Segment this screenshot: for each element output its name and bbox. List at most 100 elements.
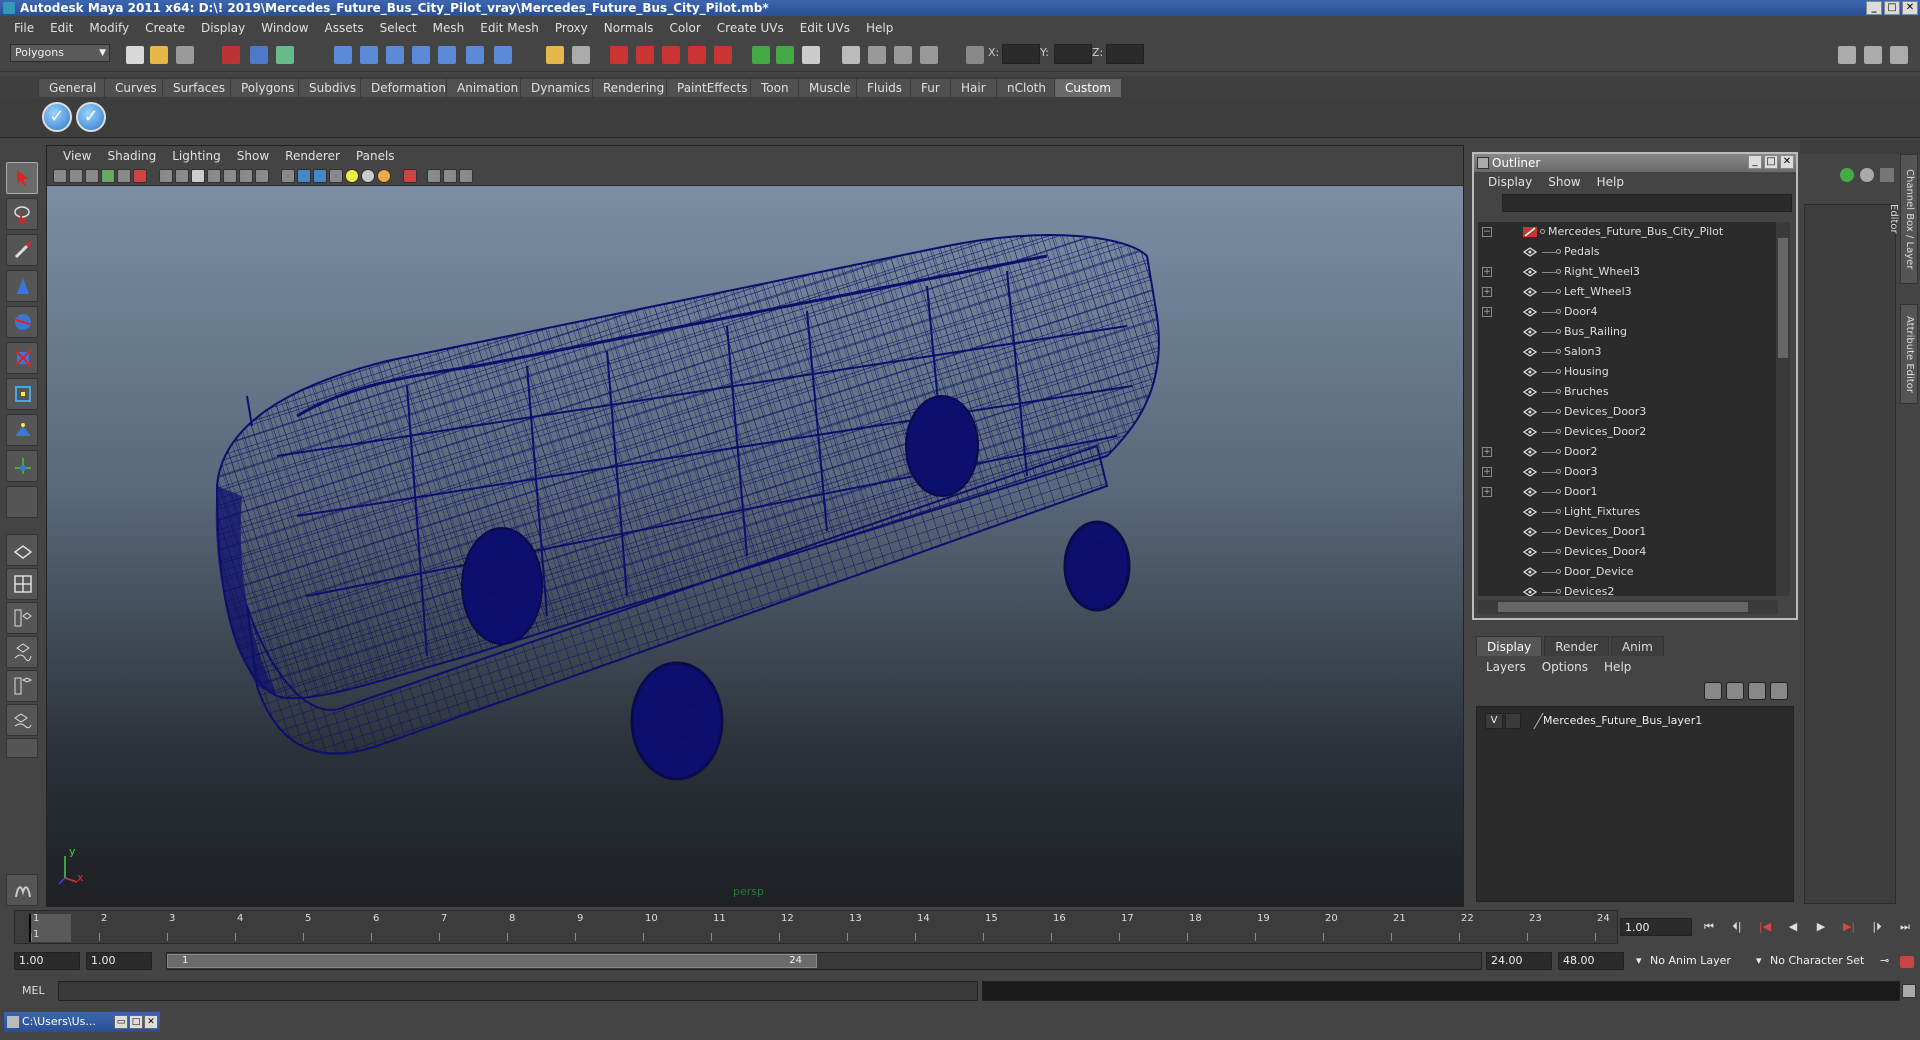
tab-polygons[interactable]: Polygons [230,78,306,97]
four-view-layout-icon[interactable] [6,568,38,600]
tab-custom[interactable]: Custom [1054,78,1122,97]
maximize-button[interactable]: □ [129,1015,143,1029]
scrollbar-thumb[interactable] [1498,602,1748,612]
tab-subdivs[interactable]: Subdivs [298,78,368,97]
chevron-down-icon[interactable]: ▾ [1756,952,1762,970]
viewport-menu-renderer[interactable]: Renderer [277,149,348,163]
outliner-horizontal-scrollbar[interactable] [1478,600,1778,614]
absolute-transform-icon[interactable] [920,46,938,64]
graph-layout-icon[interactable] [6,704,38,736]
transform-panel-icon[interactable] [868,46,886,64]
perspective-viewport[interactable]: View Shading Lighting Show Renderer Pane… [46,145,1464,907]
close-button[interactable]: ✕ [1902,1,1918,15]
outliner-item[interactable]: + Door4 [1478,302,1778,322]
animation-end-field[interactable]: 48.00 [1558,952,1624,970]
camera-icon[interactable] [842,46,860,64]
outliner-title-bar[interactable]: Outliner _ □ ✕ [1474,154,1796,172]
outliner-toggle-icon[interactable] [1890,46,1908,64]
chevron-down-icon[interactable]: ▾ [1636,952,1642,970]
expand-icon[interactable]: + [1482,487,1492,497]
viewport-menu-shading[interactable]: Shading [99,149,164,163]
tab-render-layers[interactable]: Render [1544,636,1609,656]
select-hierarchy-icon[interactable] [222,46,240,64]
outliner-item[interactable]: Devices_Door2 [1478,422,1778,442]
menu-edit[interactable]: Edit [42,21,81,35]
image-plane-icon[interactable] [101,169,115,183]
gate-mask-icon[interactable] [207,169,221,183]
menu-edit-uvs[interactable]: Edit UVs [792,21,858,35]
tab-curves[interactable]: Curves [104,78,168,97]
outliner-menu-help[interactable]: Help [1589,175,1632,189]
hypershade-layout-icon[interactable] [6,670,38,702]
xray-joints-icon[interactable] [443,169,457,183]
outliner-menu-display[interactable]: Display [1480,175,1540,189]
tab-surfaces[interactable]: Surfaces [162,78,236,97]
hypershade-icon[interactable] [688,46,706,64]
outliner-item[interactable]: Devices_Door1 [1478,522,1778,542]
viewport-menu-view[interactable]: View [55,149,99,163]
layer-menu-layers[interactable]: Layers [1478,660,1534,674]
xray-icon[interactable] [427,169,441,183]
snap-curve-icon[interactable] [360,46,378,64]
minimize-button[interactable]: _ [1866,1,1882,15]
outliner-menu-show[interactable]: Show [1540,175,1588,189]
snap-grid-icon[interactable] [334,46,352,64]
maximize-button[interactable]: □ [1884,1,1900,15]
selection-input-icon[interactable] [572,46,590,64]
expand-icon[interactable]: + [1482,467,1492,477]
tab-animation[interactable]: Animation [446,78,530,97]
outliner-root-row[interactable]: − Mercedes_Future_Bus_City_Pilot [1478,222,1778,242]
select-camera-icon[interactable] [53,169,67,183]
scale-tool-icon[interactable] [6,342,38,374]
render-frame-icon[interactable] [610,46,628,64]
make-live-icon[interactable] [438,46,456,64]
outliner-item[interactable]: Housing [1478,362,1778,382]
tab-general[interactable]: General [38,78,108,97]
play-forwards-icon[interactable]: ▶ [1810,918,1832,936]
outliner-item[interactable]: Devices_Door3 [1478,402,1778,422]
relative-transform-icon[interactable] [966,46,984,64]
menu-create-uvs[interactable]: Create UVs [709,21,792,35]
menu-file[interactable]: File [6,21,42,35]
last-tool-icon[interactable] [6,486,38,518]
menu-modify[interactable]: Modify [81,21,137,35]
menu-display[interactable]: Display [193,21,253,35]
bus-wireframe-model[interactable] [47,186,1464,907]
menu-select[interactable]: Select [372,21,425,35]
wireframe-on-shaded-icon[interactable] [313,169,327,183]
grease-pencil-icon[interactable] [133,169,147,183]
textured-icon[interactable] [329,169,343,183]
universal-manipulator-icon[interactable] [6,378,38,410]
select-object-icon[interactable] [250,46,268,64]
move-tool-icon[interactable] [6,270,38,302]
tab-fluids[interactable]: Fluids [856,78,914,97]
close-button[interactable]: ✕ [144,1015,158,1029]
animation-start-field[interactable]: 1.00 [14,952,80,970]
x-field[interactable] [1002,44,1040,64]
camera-attributes-icon[interactable] [69,169,83,183]
tab-anim-layers[interactable]: Anim [1610,636,1664,656]
grid-icon[interactable] [159,169,173,183]
toolbox-more-icon[interactable] [6,738,38,758]
history-icon[interactable] [466,46,484,64]
new-scene-icon[interactable] [126,46,144,64]
tab-deformation[interactable]: Deformation [360,78,457,97]
layer-row[interactable]: V Mercedes_Future_Bus_layer1 [1481,711,1789,731]
rotate-tool-icon[interactable] [6,306,38,338]
tab-rendering[interactable]: Rendering [592,78,676,97]
outliner-item[interactable]: + Left_Wheel3 [1478,282,1778,302]
isolate-select-icon[interactable] [403,169,417,183]
range-slider[interactable]: 1 24 [166,952,1482,970]
tab-toon[interactable]: Toon [750,78,800,97]
paint-select-tool-icon[interactable] [6,234,38,266]
backface-icon[interactable] [459,169,473,183]
outliner-minimize-button[interactable]: _ [1748,155,1762,169]
render-view-icon[interactable] [714,46,732,64]
mel-command-input[interactable] [58,981,978,1001]
show-hide-icon[interactable] [752,46,770,64]
menu-window[interactable]: Window [253,21,316,35]
menu-color[interactable]: Color [661,21,708,35]
step-back-key-icon[interactable]: |◀ [1754,918,1776,936]
safe-title-icon[interactable] [255,169,269,183]
z-field[interactable] [1106,44,1144,64]
